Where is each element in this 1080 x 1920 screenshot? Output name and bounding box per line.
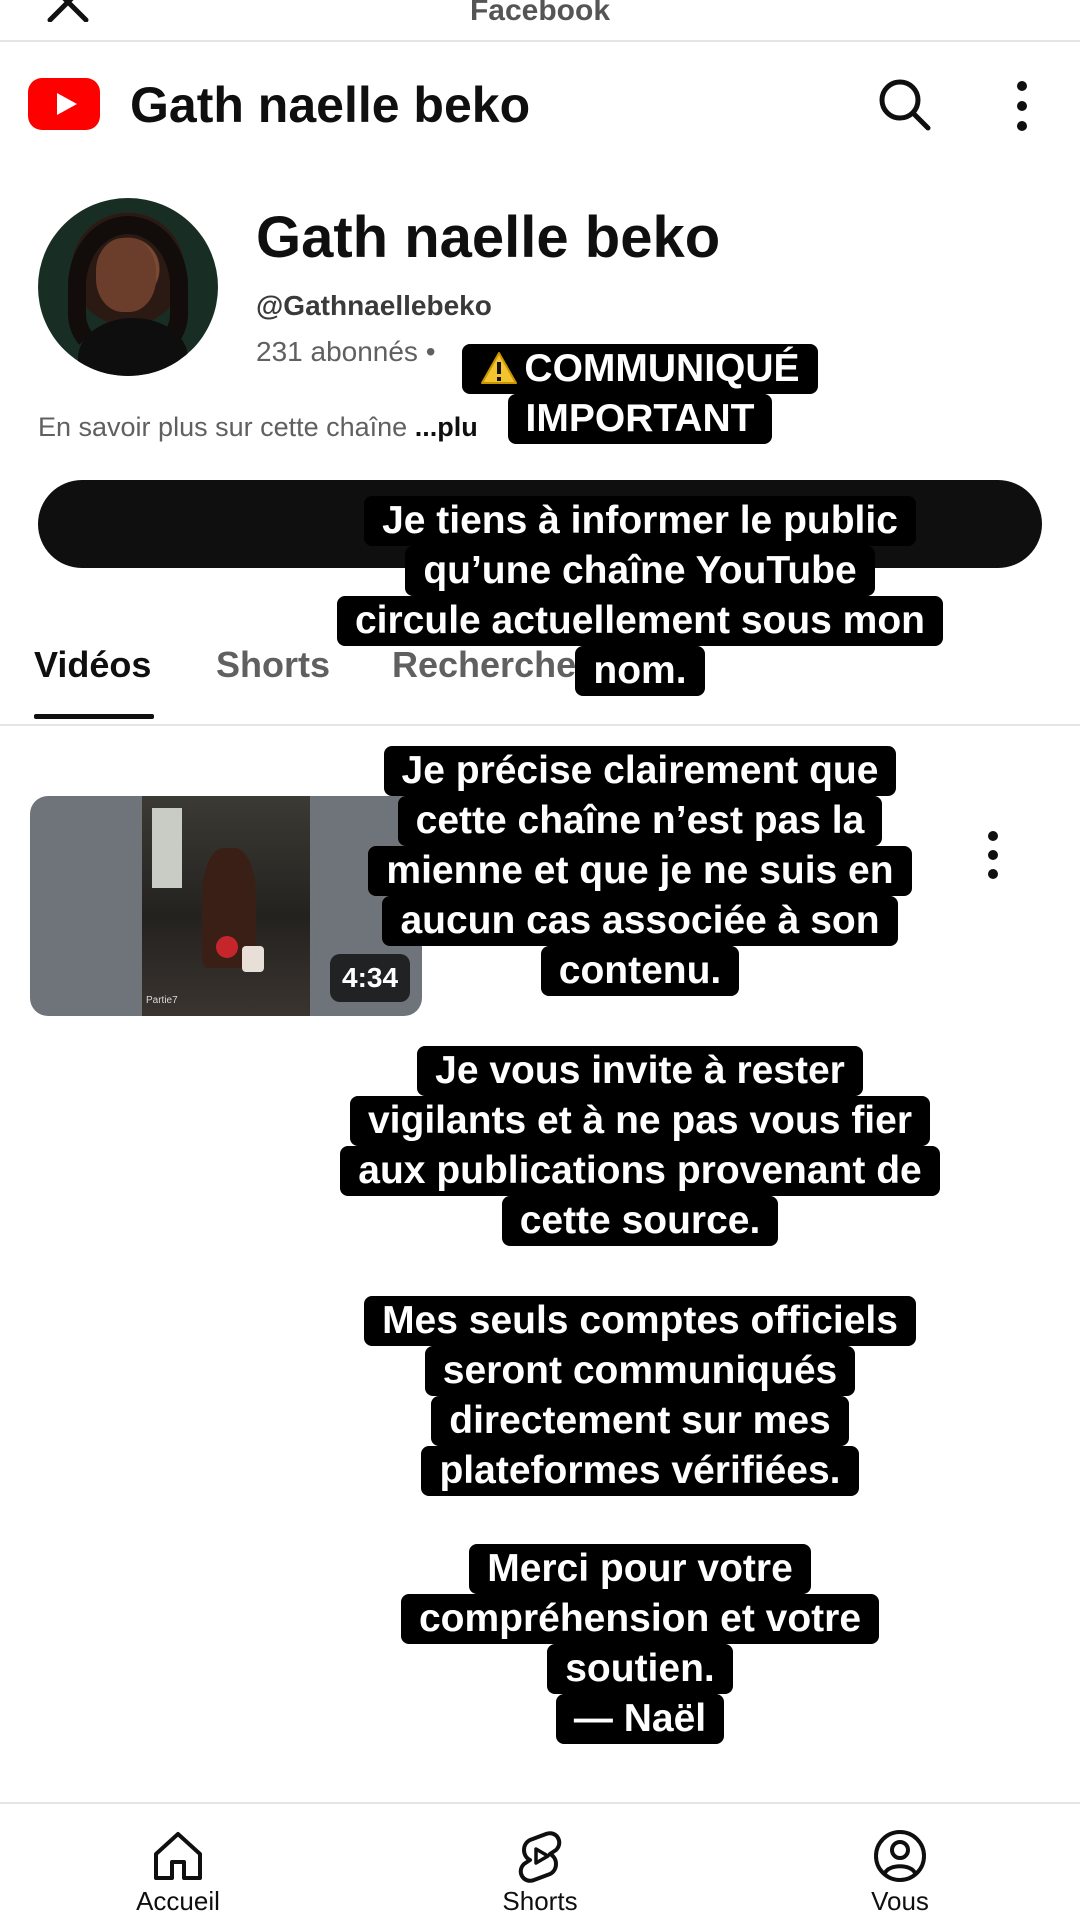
avatar-face	[96, 238, 156, 312]
overlay-line: seront communiqués	[424, 1346, 856, 1396]
nav-label-you: Vous	[871, 1886, 929, 1916]
top-bar: Facebook	[0, 0, 1080, 42]
overlay-line: cette source.	[501, 1196, 779, 1246]
overlay-line: aux publications provenant de	[340, 1146, 940, 1196]
youtube-header: Gath naelle beko	[0, 42, 1080, 162]
overlay-line: qu’une chaîne YouTube	[405, 546, 875, 596]
warning-icon	[481, 352, 518, 384]
overlay-line: contenu.	[540, 946, 740, 996]
overlay-line: aucun cas associée à son	[382, 896, 898, 946]
nav-item-shorts[interactable]: Shorts	[430, 1804, 650, 1920]
topbar-title: Facebook	[469, 0, 611, 27]
video-more-vert-icon[interactable]	[980, 830, 1006, 880]
overlay-line: soutien.	[547, 1644, 733, 1694]
overlay-block-5: Mes seuls comptes officiels seront commu…	[330, 1296, 950, 1496]
nav-label-home: Accueil	[136, 1886, 220, 1916]
overlay-line: compréhension et votre	[400, 1594, 880, 1644]
overlay-block-4: Je vous invite à rester vigilants et à n…	[330, 1046, 950, 1246]
channel-name: Gath naelle beko	[256, 205, 721, 270]
thumbnail-flower	[216, 936, 238, 958]
more-vert-icon[interactable]	[1002, 78, 1042, 134]
overlay-line: COMMUNIQUÉ	[462, 344, 818, 394]
overlay-title-block: COMMUNIQUÉ IMPORTANT	[330, 344, 950, 444]
overlay-line-text: COMMUNIQUÉ	[524, 347, 800, 390]
nav-item-you[interactable]: Vous	[790, 1804, 1010, 1920]
overlay-line: directement sur mes	[431, 1396, 849, 1446]
thumbnail-scene: Partie7	[142, 796, 310, 1016]
overlay-line: Mes seuls comptes officiels	[364, 1296, 916, 1346]
search-icon[interactable]	[876, 76, 932, 132]
shorts-icon	[518, 1831, 562, 1883]
bottom-nav: Accueil Shorts Vous	[0, 1802, 1080, 1920]
overlay-line: plateformes vérifiées.	[421, 1446, 859, 1496]
channel-handle: @Gathnaellebeko	[256, 290, 492, 321]
overlay-line: mienne et que je ne suis en	[368, 846, 912, 896]
overlay-line: Je vous invite à rester	[417, 1046, 863, 1096]
thumbnail-caption: Partie7	[146, 995, 178, 1006]
overlay-line: vigilants et à ne pas vous fier	[349, 1096, 931, 1146]
nav-item-home[interactable]: Accueil	[68, 1804, 288, 1920]
thumbnail-cup	[242, 946, 264, 972]
overlay-block-3: Je précise clairement que cette chaîne n…	[330, 746, 950, 996]
home-icon	[154, 1832, 202, 1880]
overlay-line: nom.	[575, 646, 705, 696]
tab-shorts[interactable]: Shorts	[216, 644, 330, 686]
tab-videos[interactable]: Vidéos	[34, 644, 151, 686]
youtube-logo-icon[interactable]	[28, 78, 100, 130]
overlay-line: Je précise clairement que	[383, 746, 897, 796]
overlay-line: IMPORTANT	[507, 394, 773, 444]
overlay-line: — Naël	[555, 1694, 725, 1744]
overlay-block-6: Merci pour votre compréhension et votre …	[330, 1544, 950, 1744]
overlay-line: circule actuellement sous mon	[336, 596, 943, 646]
header-channel-title: Gath naelle beko	[130, 77, 531, 133]
overlay-line: Merci pour votre	[469, 1544, 811, 1594]
thumbnail-window	[152, 808, 182, 888]
overlay-line: cette chaîne n’est pas la	[397, 796, 883, 846]
account-icon	[874, 1830, 926, 1882]
overlay-line: Je tiens à informer le public	[364, 496, 916, 546]
channel-avatar[interactable]	[38, 198, 218, 376]
overlay-block-2: Je tiens à informer le public qu’une cha…	[330, 496, 950, 696]
nav-label-shorts: Shorts	[502, 1886, 578, 1916]
active-tab-indicator	[34, 714, 154, 719]
